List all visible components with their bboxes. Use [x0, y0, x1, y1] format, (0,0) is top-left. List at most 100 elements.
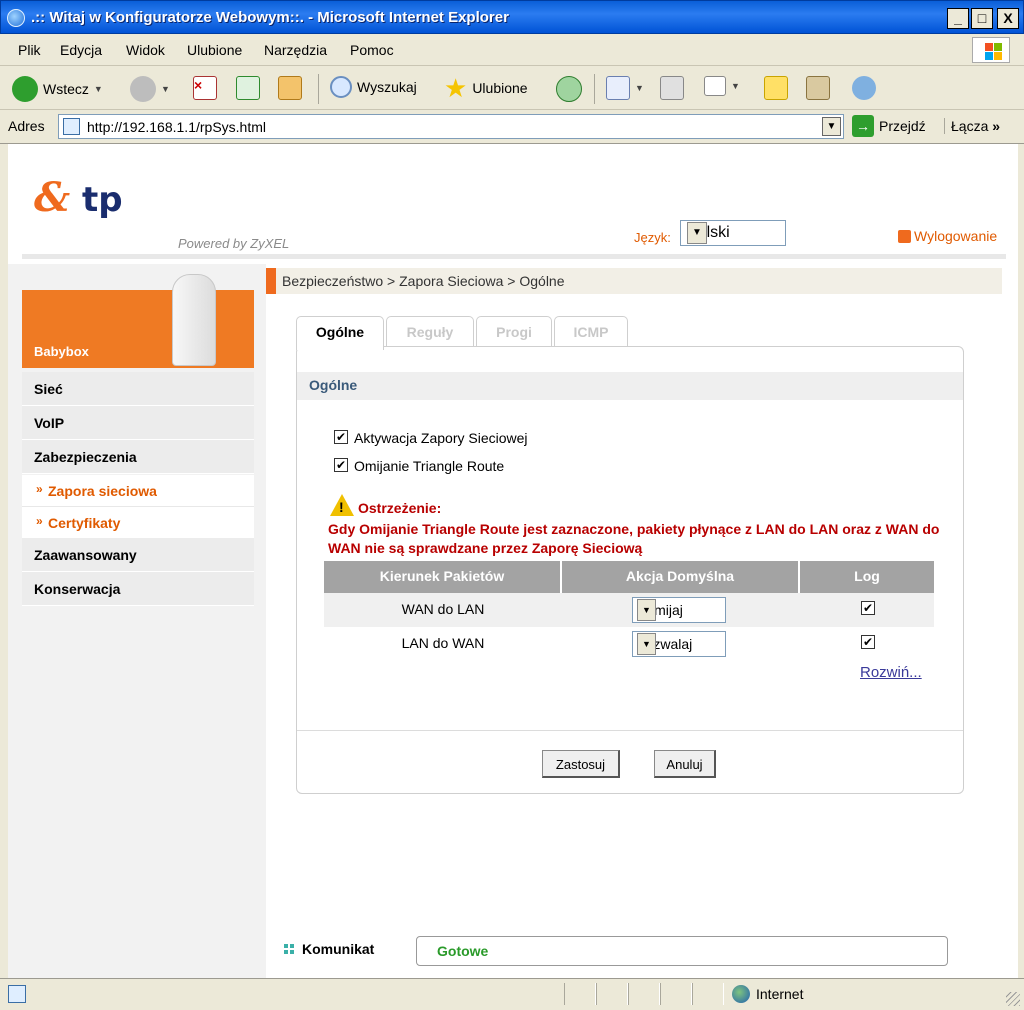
chevron-down-icon: ▼ — [93, 84, 103, 94]
log-checkbox[interactable]: ✔ — [861, 635, 875, 649]
sidebar-item-voip[interactable]: VoIP — [22, 406, 254, 440]
chevron-down-icon[interactable]: ▼ — [687, 222, 707, 244]
triangle-route-label: Omijanie Triangle Route — [354, 458, 505, 474]
print-icon[interactable] — [660, 76, 684, 100]
menu-tools[interactable]: Narzędzia — [264, 42, 327, 58]
address-url[interactable]: http://192.168.1.1/rpSys.html — [87, 119, 266, 135]
menu-help[interactable]: Pomoc — [350, 42, 394, 58]
star-icon: ★ — [444, 73, 468, 103]
table-row: LAN do WAN Zezwalaj ▼ ✔ — [324, 627, 934, 661]
address-label: Adres — [8, 118, 45, 134]
maximize-button[interactable]: □ — [971, 8, 993, 29]
message-icon — [284, 944, 294, 954]
action-select[interactable]: Pomijaj ▼ — [632, 597, 726, 623]
menu-favorites[interactable]: Ulubione — [187, 42, 242, 58]
header-divider — [22, 254, 1006, 259]
chevron-down-icon[interactable]: ▼ — [637, 599, 656, 621]
window-frame-right — [1018, 144, 1024, 978]
close-button[interactable]: X — [997, 8, 1019, 29]
messenger-icon[interactable] — [852, 76, 876, 100]
tab-icmp[interactable]: ICMP — [554, 316, 628, 348]
action-select[interactable]: Zezwalaj ▼ — [632, 631, 726, 657]
triangle-route-checkbox[interactable]: ✔ — [334, 458, 348, 472]
mail-button[interactable]: ▼ — [606, 76, 644, 100]
security-zone: Internet — [732, 985, 803, 1003]
forward-button[interactable]: ▼ — [130, 76, 170, 102]
search-icon — [330, 76, 352, 98]
log-checkbox[interactable]: ✔ — [861, 601, 875, 615]
search-button[interactable]: Wyszukaj — [330, 76, 417, 98]
address-bar: Adres http://192.168.1.1/rpSys.html ▼ → … — [0, 110, 1024, 144]
stop-icon[interactable]: × — [193, 76, 217, 100]
router-image — [172, 274, 216, 366]
page-viewport: & tp Powered by ZyXEL Język: Polski ▼ Wy… — [8, 144, 1018, 978]
back-arrow-icon — [12, 76, 38, 102]
apply-button[interactable]: Zastosuj — [542, 750, 620, 778]
powered-by: Powered by ZyXEL — [178, 236, 290, 251]
links-label: Łącza — [951, 118, 989, 134]
word-icon — [704, 76, 726, 96]
window-title-bar: .:: Witaj w Konfiguratorze Webowym::. - … — [0, 0, 1024, 34]
sidebar-item-firewall[interactable]: Zapora sieciowa — [22, 475, 254, 507]
menu-view[interactable]: Widok — [126, 42, 165, 58]
breadcrumb-text: Bezpieczeństwo > Zapora Sieciowa > Ogóln… — [282, 273, 565, 289]
device-banner: Babybox — [22, 274, 254, 368]
menu-file[interactable]: Plik — [18, 42, 41, 58]
discuss-icon[interactable] — [764, 76, 788, 100]
go-arrow-icon: → — [852, 115, 874, 137]
column-header-direction: Kierunek Pakietów — [324, 561, 562, 593]
table-row: WAN do LAN Pomijaj ▼ ✔ — [324, 593, 934, 627]
column-header-action: Akcja Domyślna — [562, 561, 800, 593]
message-box: Gotowe — [416, 936, 948, 966]
forward-arrow-icon — [130, 76, 156, 102]
resize-grip[interactable] — [1006, 992, 1020, 1006]
history-icon[interactable] — [556, 76, 582, 102]
favorites-label: Ulubione — [472, 80, 528, 96]
page-status-icon — [8, 985, 26, 1003]
sidebar-item-certificates[interactable]: Certyfikaty — [22, 507, 254, 539]
message-label: Komunikat — [302, 941, 375, 957]
tp-logo: & tp — [34, 174, 123, 221]
address-dropdown-icon[interactable]: ▼ — [822, 117, 841, 136]
tab-general[interactable]: Ogólne — [296, 316, 384, 350]
status-bar: Internet — [0, 978, 1024, 1010]
tab-thresholds[interactable]: Progi — [476, 316, 552, 348]
research-icon[interactable] — [806, 76, 830, 100]
links-chevron-icon: » — [992, 118, 1001, 134]
go-button[interactable]: → Przejdź — [852, 115, 926, 137]
mail-icon — [606, 76, 630, 100]
menu-bar: Plik Edycja Widok Ulubione Narzędzia Pom… — [0, 34, 1024, 66]
back-label: Wstecz — [43, 81, 89, 97]
firewall-enable-checkbox[interactable]: ✔ — [334, 430, 348, 444]
sidebar-item-security[interactable]: Zabezpieczenia — [22, 440, 254, 474]
chevron-down-icon[interactable]: ▼ — [637, 633, 656, 655]
edit-button[interactable]: ▼ — [704, 76, 740, 96]
expand-link[interactable]: Rozwiń... — [860, 664, 922, 681]
logout-icon — [898, 229, 911, 243]
address-input[interactable]: http://192.168.1.1/rpSys.html ▼ — [58, 114, 844, 139]
tab-rules[interactable]: Reguły — [386, 316, 474, 348]
logo-text: tp — [81, 180, 123, 220]
links-button[interactable]: Łącza » — [944, 118, 1000, 134]
row-direction: LAN do WAN — [401, 635, 485, 651]
device-label: Babybox — [34, 344, 89, 359]
sidebar-item-advanced[interactable]: Zaawansowany — [22, 538, 254, 572]
favorites-button[interactable]: ★ Ulubione — [444, 73, 528, 103]
menu-edit[interactable]: Edycja — [60, 42, 102, 58]
ie-icon — [7, 9, 25, 27]
minimize-button[interactable]: _ — [947, 8, 969, 29]
refresh-icon[interactable] — [236, 76, 260, 100]
globe-icon — [732, 985, 750, 1003]
sidebar-item-network[interactable]: Sieć — [22, 372, 254, 406]
language-select[interactable]: Polski ▼ — [680, 220, 786, 246]
logout-link[interactable]: Wylogowanie — [898, 228, 997, 244]
message-value: Gotowe — [437, 943, 489, 959]
cancel-button[interactable]: Anuluj — [654, 750, 716, 778]
home-icon[interactable] — [278, 76, 302, 100]
go-label: Przejdź — [879, 118, 926, 134]
sidebar-item-maintenance[interactable]: Konserwacja — [22, 572, 254, 606]
breadcrumb: Bezpieczeństwo > Zapora Sieciowa > Ogóln… — [266, 268, 1002, 294]
zone-label: Internet — [756, 986, 804, 1002]
back-button[interactable]: Wstecz ▼ — [12, 76, 103, 102]
page-icon — [63, 118, 80, 135]
